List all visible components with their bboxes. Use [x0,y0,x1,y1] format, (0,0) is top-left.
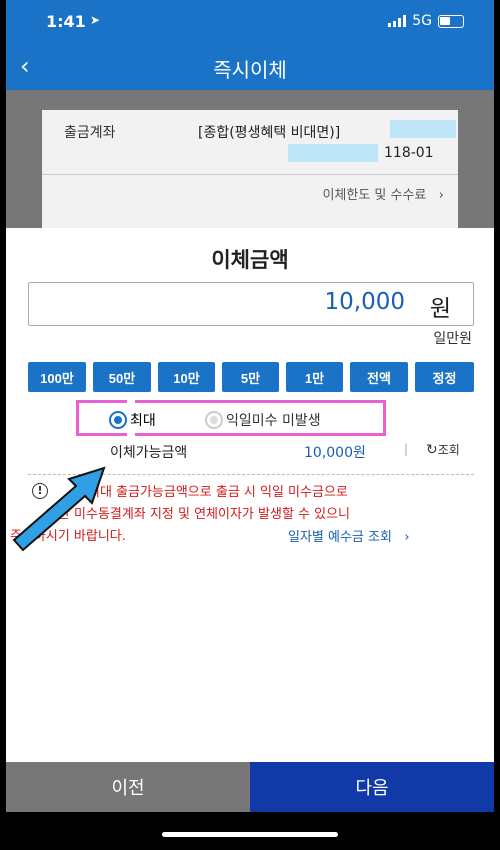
radio-no-overdraft[interactable]: 익일미수 미발생 [205,410,321,430]
refresh-icon: ↻ [426,442,438,458]
masked-account-number [288,144,378,162]
page-title: 즉시이체 [213,58,287,82]
location-arrow-icon: ➤ [90,13,101,27]
signal-icon [388,15,407,27]
masked-account-part [390,120,456,138]
amount-unit: 원 [429,296,451,322]
prev-button[interactable]: 이전 [6,762,250,812]
limit-fee-link[interactable]: 이체한도 및 수수료 › [322,184,444,203]
chevron-right-icon: › [396,530,410,545]
radio-disabled-icon [205,411,223,429]
status-bar: 1:41 ➤ 5G [6,0,494,44]
quick-button-50k[interactable]: 5만 [222,362,279,392]
available-value: 10,000원 [304,445,366,461]
quick-button-10k[interactable]: 1만 [286,362,343,392]
home-area [6,812,494,850]
phone-screen: 1:41 ➤ 5G ‹ 즉시이체 출금계좌 [종합(평생혜택 비대면)] 118… [6,0,494,850]
divider [42,174,458,175]
chevron-right-icon: › [430,188,444,203]
quick-button-100k[interactable]: 10만 [158,362,215,392]
next-button[interactable]: 다음 [250,762,494,812]
annotation-arrow-icon [12,466,106,552]
separator: | [404,442,409,456]
amount-value: 10,000 [324,289,405,315]
network-type: 5G [412,13,432,29]
home-indicator [162,832,338,837]
account-label: 출금계좌 [64,125,116,141]
account-number-suffix: 118-01 [384,145,434,161]
status-right: 5G [388,13,464,29]
nav-bar: ‹ 즉시이체 [6,44,494,90]
dimmed-background: 출금계좌 [종합(평생혜택 비대면)] 118-01 이체한도 및 수수료 › [6,90,494,230]
transfer-amount-sheet: 이체금액 10,000 원 일만원 100만 50만 10만 5만 1만 전액 … [6,228,494,762]
bottom-bar: 이전 다음 [6,762,494,812]
deposit-inquiry-link[interactable]: 일자별 예수금 조회 › [288,526,410,545]
amount-korean: 일만원 [433,331,472,347]
quick-button-all[interactable]: 전액 [350,362,408,392]
quick-button-correct[interactable]: 정정 [415,362,474,392]
status-time: 1:41 [46,12,86,31]
refresh-button[interactable]: ↻조회 [426,441,460,458]
account-name: [종합(평생혜택 비대면)] [198,125,341,141]
account-card: 출금계좌 [종합(평생혜택 비대면)] 118-01 이체한도 및 수수료 › [42,110,458,230]
battery-icon [438,14,464,28]
